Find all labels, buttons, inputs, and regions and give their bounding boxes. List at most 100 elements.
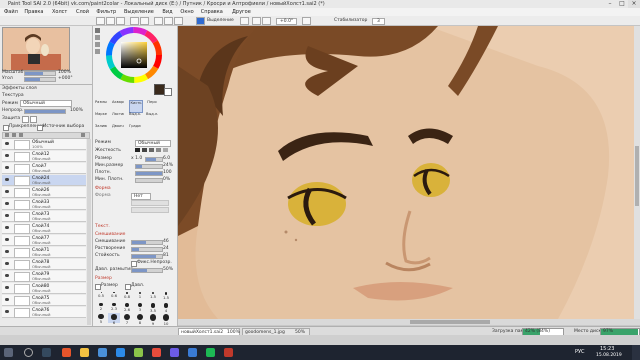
paint-tool-sai-icon[interactable] [188,348,197,357]
hardness-selector[interactable] [135,148,171,153]
size-preset-button[interactable]: 1.5 [160,291,172,301]
canvas-hscrollbar[interactable] [178,319,640,325]
zoom-in-icon[interactable] [164,17,173,25]
task-view-icon[interactable] [42,348,51,357]
color-wheel-tab-icon[interactable] [95,28,100,33]
tool-button[interactable]: Акварель [112,100,124,111]
layer-scrollbar[interactable] [87,139,91,325]
clock-time[interactable]: 15:23 [600,346,614,352]
menu-item[interactable]: Выделение [124,9,154,15]
dilution-slider[interactable] [131,247,163,252]
recorder-icon[interactable] [224,348,233,357]
blending-slider[interactable] [131,240,163,245]
layer-row[interactable]: Обычный 100% [2,139,86,150]
tool-button[interactable]: Размытие [95,100,107,111]
visibility-eye-icon[interactable] [5,142,9,145]
size-preset-button[interactable]: 3.5 [147,302,159,313]
size-preset-button[interactable]: 0.5 [95,291,107,301]
layer-row[interactable]: Слой76 Обычный [2,307,86,318]
merge-layer-icon[interactable] [19,133,23,137]
rotation-field[interactable]: +0.0° [276,18,298,25]
density-slider[interactable] [135,171,163,176]
stabilizer-select[interactable]: 3 [372,18,385,25]
visibility-eye-icon[interactable] [5,286,9,289]
selection-toggle-icon[interactable] [196,17,205,25]
layer-row[interactable]: Слой79 Обычный [2,271,86,282]
visibility-eye-icon[interactable] [5,298,9,301]
persistence-slider[interactable] [131,254,163,259]
color-wheel[interactable] [106,27,162,83]
layer-row[interactable]: Слой80 Обычный [2,283,86,294]
redo-icon[interactable] [140,17,149,25]
rgb-slider-tab-icon[interactable] [95,35,100,40]
new-folder-icon[interactable] [12,133,16,137]
visibility-eye-icon[interactable] [5,250,9,253]
new-canvas-icon[interactable] [96,17,105,25]
size-preset-button[interactable]: 4 [160,302,172,313]
tool-button[interactable]: Градиент [129,124,141,135]
layer-effects-header[interactable]: Эффекты слоя [2,86,37,91]
layer-row[interactable]: Слой24 Обычный [2,175,86,186]
scale-slider[interactable] [24,71,56,76]
tool-button[interactable]: Маркер [95,112,107,123]
discord-icon[interactable] [170,348,179,357]
blur-pressure-slider[interactable] [131,268,163,273]
layer-row[interactable]: Слой12 Обычный [2,151,86,162]
canvas[interactable] [178,26,640,319]
size-preset-button[interactable]: 7 [121,313,133,325]
visibility-eye-icon[interactable] [5,154,9,157]
visibility-eye-icon[interactable] [5,166,9,169]
tool-button[interactable]: Выд.к. [129,112,141,123]
search-icon[interactable] [24,348,33,357]
visibility-eye-icon[interactable] [5,214,9,217]
rotate-right-icon[interactable] [262,17,271,25]
size-preset-button[interactable]: 3 [134,302,146,312]
size-preset-button[interactable]: 1 [134,291,146,301]
size-preset-button[interactable]: 0.8 [121,291,133,301]
layer-row[interactable]: Слой73 Обычный [2,211,86,222]
shape-intensity-slider[interactable] [131,200,169,206]
mail-icon[interactable] [116,348,125,357]
size-preset-button[interactable]: 0.6 [108,291,120,301]
menu-item[interactable]: Слой [76,9,89,15]
layer-mode-select[interactable]: Обычный [20,100,72,107]
lock-pixels-icon[interactable] [22,116,29,123]
size-preset-button[interactable]: 2.6 [121,302,133,312]
show-desktop-button[interactable] [632,345,640,360]
layer-row[interactable]: Слой26 Обычный [2,187,86,198]
size-preset-button[interactable]: 1.5 [147,291,159,301]
new-layer-icon[interactable] [5,133,9,137]
min-density-slider[interactable] [135,178,163,183]
texture-header[interactable]: Текстура [2,93,24,98]
app-icon[interactable] [134,348,143,357]
blending-header[interactable]: Смешивание [95,232,125,237]
music-icon[interactable] [206,348,215,357]
visibility-eye-icon[interactable] [5,310,9,313]
navigator-preview[interactable] [2,27,70,71]
media-icon[interactable] [152,348,161,357]
menu-item[interactable]: Вид [162,9,172,15]
zoom-out-icon[interactable] [174,17,183,25]
size-multiplier[interactable]: x 1.0 [131,156,142,161]
layer-row[interactable]: Слой33 Обычный [2,199,86,210]
visibility-eye-icon[interactable] [5,226,9,229]
layer-row[interactable]: Слой77 Обычный [2,235,86,246]
menu-item[interactable]: Правка [24,9,43,15]
tool-button[interactable]: Ластик [112,112,124,123]
swatches-tab-icon[interactable] [95,49,100,54]
layer-row[interactable]: Слой71 Обычный [2,247,86,258]
size-preset-button[interactable]: 2 [95,302,107,312]
layer-row[interactable]: Слой75 Обычный [2,295,86,306]
tool-button[interactable]: Выд.л. [146,112,158,123]
layer-row[interactable]: Слой7 Обычный [2,163,86,174]
angle-slider[interactable] [24,77,56,82]
menu-item[interactable]: Окно [180,9,193,15]
menu-item[interactable]: Файл [4,9,18,15]
brush-mode-select[interactable]: Обычный [135,140,171,147]
tool-button[interactable]: Перо [146,100,158,111]
shape-scale-slider[interactable] [131,207,169,213]
menu-item[interactable]: Фильтр [96,9,116,15]
minimize-icon[interactable]: – [604,0,616,8]
maximize-icon[interactable]: □ [616,0,628,8]
lock-move-icon[interactable] [30,116,37,123]
